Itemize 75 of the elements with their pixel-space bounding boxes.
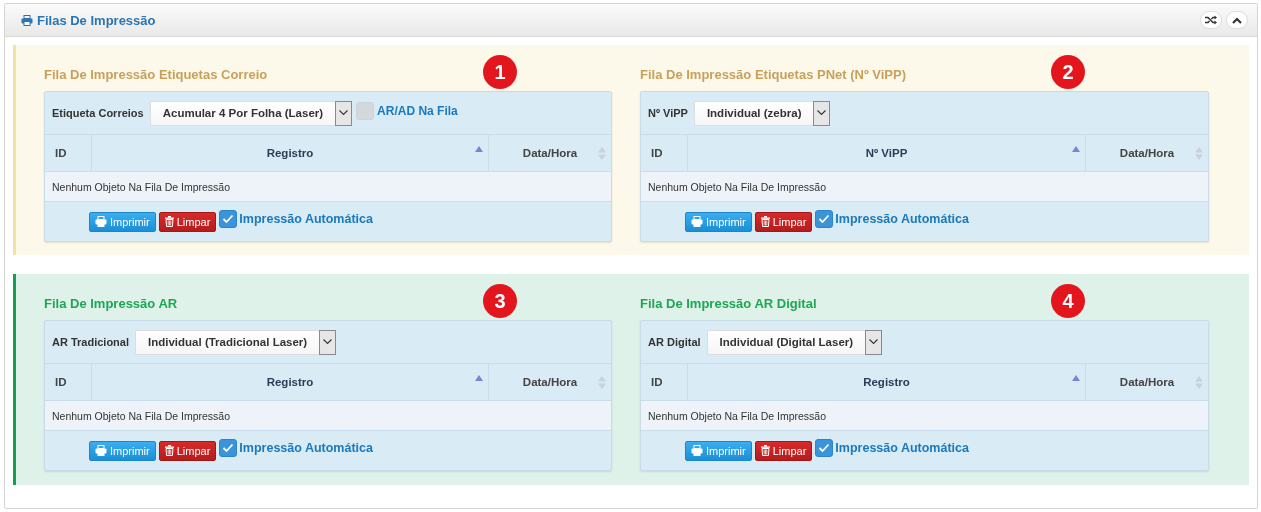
checkbox[interactable] <box>219 439 238 457</box>
column-header[interactable]: Nº ViPP <box>687 135 1086 172</box>
empty-message: Nenhum Objeto Na Fila De Impressão <box>641 400 1208 431</box>
select-field[interactable]: Individual (zebra) <box>693 100 831 126</box>
clear-button[interactable]: Limpar <box>754 211 813 232</box>
column-header[interactable]: Registro <box>687 364 1086 401</box>
column-header[interactable]: Data/Hora <box>488 364 611 401</box>
empty-message: Nenhum Objeto Na Fila De Impressão <box>45 400 611 431</box>
sort-icon <box>598 147 606 160</box>
trash-icon <box>760 216 770 227</box>
printer-icon <box>95 216 107 227</box>
column-header[interactable]: Data/Hora <box>1085 135 1208 172</box>
checkbox-label[interactable]: Impressão Automática <box>239 212 373 226</box>
printer-icon <box>21 14 33 26</box>
trash-icon <box>164 216 174 227</box>
check-icon <box>222 214 235 224</box>
checkbox-label[interactable]: Impressão Automática <box>835 441 969 455</box>
sort-ascending-icon <box>475 146 483 152</box>
shuffle-icon <box>1205 15 1217 25</box>
column-header[interactable]: ID <box>45 135 92 172</box>
checkbox-label[interactable]: Impressão Automática <box>835 212 969 226</box>
queue-title: Fila De Impressão AR <box>44 296 178 311</box>
number-badge: 3 <box>483 284 517 318</box>
number-badge: 1 <box>483 55 517 89</box>
caret-icon <box>323 339 333 345</box>
check-icon <box>818 214 831 224</box>
printer-icon <box>691 445 703 456</box>
sort-icon <box>1195 147 1203 160</box>
select-label: Etiqueta Correios <box>52 107 144 119</box>
empty-message: Nenhum Objeto Na Fila De Impressão <box>641 171 1208 202</box>
panel-title: Filas De Impressão <box>21 12 156 28</box>
checkbox-label[interactable]: Impressão Automática <box>239 441 373 455</box>
column-header[interactable]: ID <box>641 135 688 172</box>
caret-icon <box>339 110 349 116</box>
sort-icon <box>1195 376 1203 389</box>
number-badge: 2 <box>1051 55 1085 89</box>
column-header[interactable]: ID <box>45 364 92 401</box>
trash-icon <box>760 445 770 456</box>
column-header[interactable]: Data/Hora <box>488 135 611 172</box>
select-label: Nº ViPP <box>648 107 688 119</box>
column-header[interactable]: Registro <box>91 135 489 172</box>
trash-icon <box>164 445 174 456</box>
caret-icon <box>817 110 827 116</box>
sort-ascending-icon <box>1072 146 1080 152</box>
empty-message: Nenhum Objeto Na Fila De Impressão <box>45 171 611 202</box>
check-icon <box>222 443 235 453</box>
queue-title: Fila De Impressão Etiquetas Correio <box>44 67 268 82</box>
clear-button[interactable]: Limpar <box>754 440 813 461</box>
checkbox[interactable] <box>815 439 834 457</box>
shuffle-button[interactable] <box>1200 11 1222 29</box>
select-label: AR Tradicional <box>52 336 130 348</box>
printer-icon <box>691 216 703 227</box>
checkbox-label[interactable]: AR/AD Na Fila <box>377 104 458 118</box>
queue-title: Fila De Impressão Etiquetas PNet (Nº ViPP) <box>640 67 907 82</box>
select-field[interactable]: Acumular 4 Por Folha (Laser) <box>149 100 353 126</box>
checkbox[interactable] <box>815 210 834 228</box>
sort-icon <box>598 376 606 389</box>
queue-title: Fila De Impressão AR Digital <box>640 296 817 311</box>
checkbox[interactable] <box>219 210 238 228</box>
number-badge: 4 <box>1051 284 1085 318</box>
select-field[interactable]: Individual (Digital Laser) <box>706 329 883 355</box>
select-field[interactable]: Individual (Tradicional Laser) <box>135 329 337 355</box>
column-header[interactable]: ID <box>641 364 688 401</box>
clear-button[interactable]: Limpar <box>158 211 217 232</box>
sort-ascending-icon <box>475 375 483 381</box>
clear-button[interactable]: Limpar <box>158 440 217 461</box>
printer-icon <box>95 445 107 456</box>
collapse-button[interactable] <box>1226 11 1248 29</box>
caret-icon <box>869 339 879 345</box>
column-header[interactable]: Registro <box>91 364 489 401</box>
check-icon <box>818 443 831 453</box>
sort-ascending-icon <box>1072 375 1080 381</box>
select-label: AR Digital <box>648 336 701 348</box>
chevron-up-icon <box>1232 16 1242 24</box>
column-header[interactable]: Data/Hora <box>1085 364 1208 401</box>
